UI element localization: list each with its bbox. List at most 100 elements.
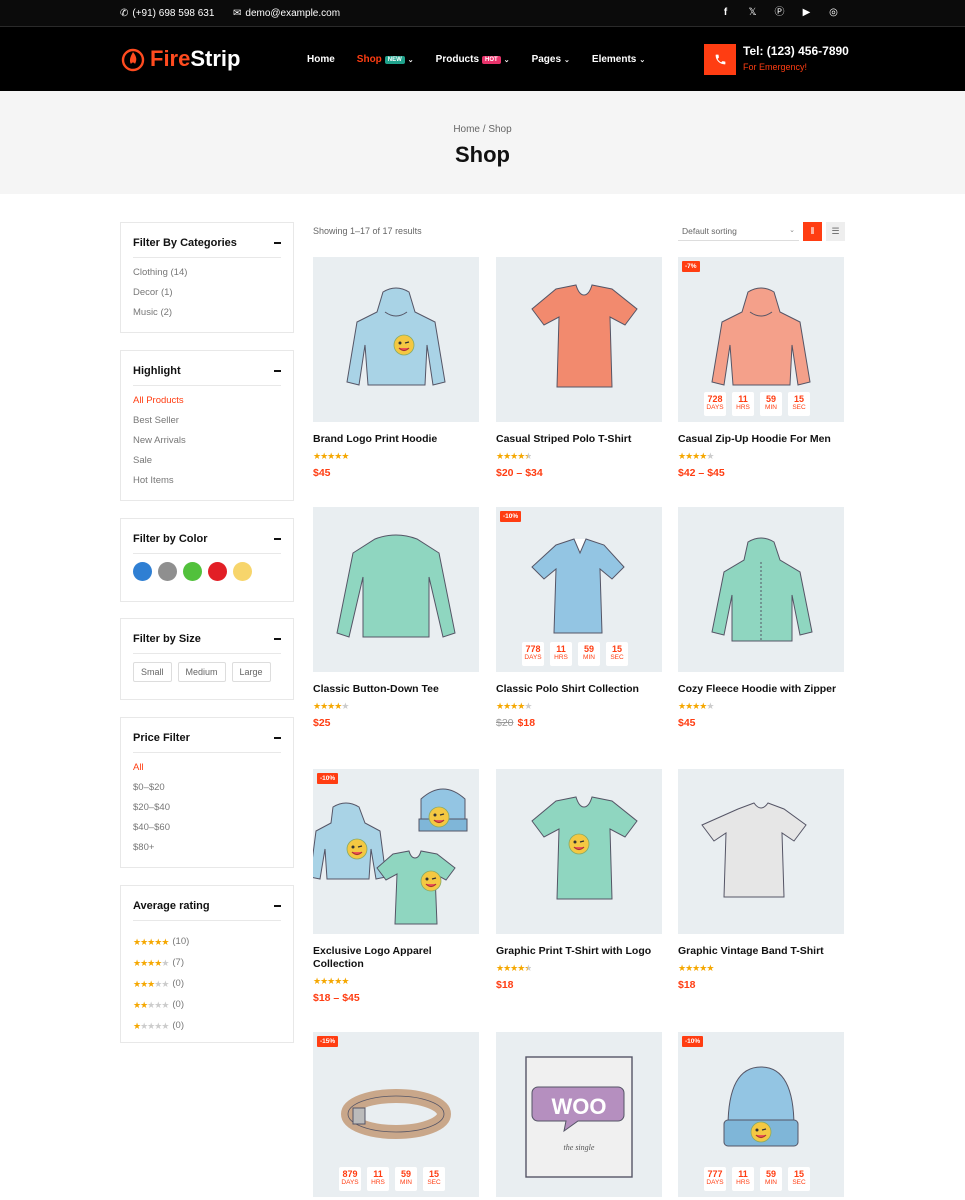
- filter-option[interactable]: All Products: [133, 394, 281, 414]
- product-name[interactable]: Exclusive Logo Apparel Collection: [313, 945, 479, 971]
- filter-color-title: Filter by Color: [133, 519, 281, 554]
- product-illustration: [313, 788, 468, 925]
- product-image[interactable]: [496, 257, 662, 422]
- product-name[interactable]: Cozy Fleece Hoodie with Zipper: [678, 683, 844, 696]
- nav-item-elements[interactable]: Elements ⌄: [592, 54, 645, 65]
- topbar-phone[interactable]: ✆ (+91) 698 598 631: [120, 8, 214, 19]
- chevron-down-icon: ⌄: [789, 227, 795, 234]
- color-swatch[interactable]: [233, 562, 252, 581]
- grid-view-button[interactable]: ⦀: [803, 222, 822, 241]
- collapse-icon[interactable]: [274, 905, 281, 907]
- main-nav: Home Shop NEW ⌄ Products HOT ⌄ Pages ⌄ Elements ⌄: [307, 54, 667, 65]
- filter-option[interactable]: Clothing (14): [133, 266, 281, 286]
- countdown-unit: 11 HRS: [732, 392, 754, 416]
- x-icon[interactable]: 𝕏: [747, 7, 758, 18]
- color-swatch[interactable]: [183, 562, 202, 581]
- star-rating: ★★★★★: [496, 701, 532, 711]
- product-card[interactable]: WOO the single: [496, 1032, 662, 1197]
- product-card[interactable]: -7% 728 DAYS 11 HRS 59 MIN 15 SEC Casual Zip-Up H…: [678, 257, 844, 479]
- product-image[interactable]: [678, 507, 844, 672]
- filter-option[interactable]: $20–$40: [133, 801, 281, 821]
- filter-option[interactable]: New Arrivals: [133, 434, 281, 454]
- nav-item-shop[interactable]: Shop NEW ⌄: [357, 54, 414, 65]
- facebook-icon[interactable]: f: [720, 7, 731, 18]
- product-card[interactable]: Graphic Vintage Band T-Shirt ★★★★★ $18: [678, 769, 844, 991]
- product-card[interactable]: Graphic Print T-Shirt with Logo ★★★★★ $18: [496, 769, 662, 991]
- product-name[interactable]: Casual Striped Polo T-Shirt: [496, 433, 662, 446]
- product-image[interactable]: [313, 257, 479, 422]
- product-name[interactable]: Graphic Print T-Shirt with Logo: [496, 945, 662, 958]
- product-name[interactable]: Casual Zip-Up Hoodie For Men: [678, 433, 844, 446]
- product-rating: ★★★★★: [496, 701, 662, 712]
- product-card[interactable]: Brand Logo Print Hoodie ★★★★★ $45: [313, 257, 479, 479]
- filter-option[interactable]: $80+: [133, 841, 281, 861]
- product-card[interactable]: -15% 879 DAYS 11 HRS 59 MIN 15 SEC: [313, 1032, 479, 1197]
- nav-label: Home: [307, 54, 335, 65]
- product-image[interactable]: [678, 769, 844, 934]
- rating-option[interactable]: ★★★★★ (10): [133, 931, 281, 952]
- color-swatch[interactable]: [208, 562, 227, 581]
- product-card[interactable]: Classic Button-Down Tee ★★★★★ $25: [313, 507, 479, 729]
- collapse-icon[interactable]: [274, 242, 281, 244]
- filter-option[interactable]: Hot Items: [133, 474, 281, 494]
- product-image[interactable]: -10% 777 DAYS 11 HRS 59 MIN 15 SEC: [678, 1032, 844, 1197]
- filter-option[interactable]: Music (2): [133, 306, 281, 326]
- filter-option[interactable]: Best Seller: [133, 414, 281, 434]
- color-swatch[interactable]: [133, 562, 152, 581]
- collapse-icon[interactable]: [274, 538, 281, 540]
- collapse-icon[interactable]: [274, 638, 281, 640]
- product-rating: ★★★★★: [496, 451, 662, 462]
- rating-option[interactable]: ★★★★★ (0): [133, 973, 281, 994]
- product-image[interactable]: [496, 769, 662, 934]
- nav-item-products[interactable]: Products HOT ⌄: [436, 54, 510, 65]
- nav-item-home[interactable]: Home: [307, 54, 335, 65]
- size-option[interactable]: Medium: [177, 662, 226, 682]
- phone-button[interactable]: [704, 44, 736, 75]
- site-logo[interactable]: Fire Strip: [120, 46, 240, 72]
- collapse-icon[interactable]: [274, 737, 281, 739]
- product-name[interactable]: Brand Logo Print Hoodie: [313, 433, 479, 446]
- product-image[interactable]: -7% 728 DAYS 11 HRS 59 MIN 15 SEC: [678, 257, 844, 422]
- pinterest-icon[interactable]: Ⓟ: [774, 7, 785, 18]
- product-image[interactable]: -10% 778 DAYS 11 HRS 59 MIN 15 SEC: [496, 507, 662, 672]
- product-image[interactable]: [313, 507, 479, 672]
- instagram-icon[interactable]: ◎: [828, 7, 839, 18]
- filter-option[interactable]: Decor (1): [133, 286, 281, 306]
- product-card[interactable]: -10% Exclusive Logo Apparel Collection ★★★…: [313, 769, 479, 1004]
- sort-select[interactable]: Default sorting ⌄: [678, 222, 799, 241]
- page-banner: Home / Shop Shop: [0, 91, 965, 194]
- color-swatch[interactable]: [158, 562, 177, 581]
- filter-option[interactable]: $40–$60: [133, 821, 281, 841]
- list-view-button[interactable]: ☰: [826, 222, 845, 241]
- discount-badge: -15%: [317, 1036, 339, 1047]
- rating-count: (0): [172, 998, 185, 1010]
- product-image[interactable]: -15% 879 DAYS 11 HRS 59 MIN 15 SEC: [313, 1032, 479, 1197]
- rating-option[interactable]: ★★★★★ (0): [133, 994, 281, 1015]
- countdown-timer: 728 DAYS 11 HRS 59 MIN 15 SEC: [704, 392, 810, 416]
- breadcrumb[interactable]: Home / Shop: [0, 124, 965, 135]
- countdown-timer: 879 DAYS 11 HRS 59 MIN 15 SEC: [339, 1167, 445, 1191]
- filter-option[interactable]: $0–$20: [133, 781, 281, 801]
- product-card[interactable]: -10% 778 DAYS 11 HRS 59 MIN 15 SEC Classic Polo S…: [496, 507, 662, 729]
- product-name[interactable]: Classic Button-Down Tee: [313, 683, 479, 696]
- filter-rating-title: Average rating: [133, 886, 281, 921]
- nav-item-pages[interactable]: Pages ⌄: [532, 54, 570, 65]
- product-card[interactable]: -10% 777 DAYS 11 HRS 59 MIN 15 SEC: [678, 1032, 844, 1197]
- product-image[interactable]: WOO the single: [496, 1032, 662, 1197]
- product-name[interactable]: Graphic Vintage Band T-Shirt: [678, 945, 844, 958]
- product-name[interactable]: Classic Polo Shirt Collection: [496, 683, 662, 696]
- rating-option[interactable]: ★★★★★ (7): [133, 952, 281, 973]
- product-image[interactable]: -10%: [313, 769, 479, 934]
- product-card[interactable]: Cozy Fleece Hoodie with Zipper ★★★★★ $45: [678, 507, 844, 729]
- size-option[interactable]: Small: [133, 662, 172, 682]
- contact-tel[interactable]: Tel: (123) 456-7890: [743, 44, 849, 58]
- youtube-icon[interactable]: ▶: [801, 7, 812, 18]
- filter-option[interactable]: All: [133, 761, 281, 781]
- topbar-email[interactable]: ✉ demo@example.com: [233, 8, 340, 19]
- filter-option[interactable]: Sale: [133, 454, 281, 474]
- rating-option[interactable]: ★★★★★ (0): [133, 1015, 281, 1036]
- countdown-value: 59: [583, 644, 594, 654]
- collapse-icon[interactable]: [274, 370, 281, 372]
- product-card[interactable]: Casual Striped Polo T-Shirt ★★★★★ $20 – $3…: [496, 257, 662, 479]
- size-option[interactable]: Large: [231, 662, 271, 682]
